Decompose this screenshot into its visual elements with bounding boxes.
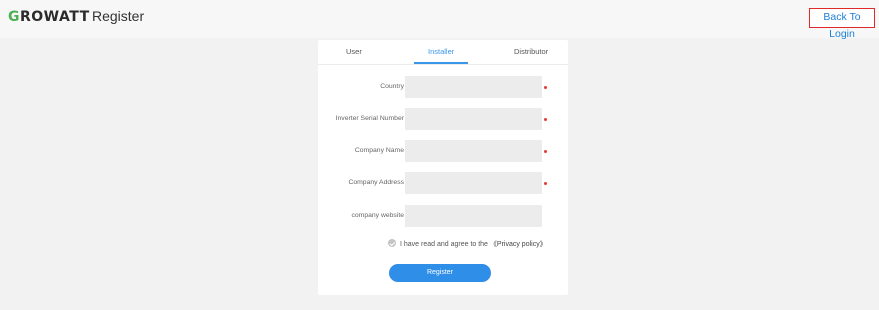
required-marker	[544, 86, 547, 89]
country-field[interactable]	[405, 76, 542, 98]
privacy-policy-link[interactable]: 《Privacy policy》	[490, 241, 547, 248]
growatt-logo: GROWATT	[8, 9, 90, 25]
company-address-row: Company Address	[318, 172, 568, 194]
company-website-label: company website	[351, 212, 404, 219]
required-marker	[544, 182, 547, 185]
company-website-row: company website	[318, 205, 568, 227]
tab-user[interactable]: User	[346, 47, 362, 56]
required-marker	[544, 118, 547, 121]
tab-installer[interactable]: Installer	[428, 47, 454, 56]
active-tab-indicator	[414, 62, 468, 64]
serial-number-label: Inverter Serial Number	[335, 115, 404, 122]
tab-distributor[interactable]: Distributor	[514, 47, 548, 56]
company-name-field[interactable]	[405, 140, 542, 162]
agree-text: I have read and agree to the 《Privacy po…	[400, 241, 547, 248]
company-website-field[interactable]	[405, 205, 542, 227]
page-title: Register	[92, 8, 145, 24]
company-address-field[interactable]	[405, 172, 542, 194]
top-bar: GROWATT Register Back To Login	[0, 0, 879, 40]
serial-number-field[interactable]	[405, 108, 542, 130]
country-label: Country	[380, 83, 404, 90]
country-row: Country	[318, 76, 568, 98]
required-marker	[544, 150, 547, 153]
company-address-label: Company Address	[348, 179, 404, 186]
role-tabs: User Installer Distributor	[318, 40, 568, 65]
register-button[interactable]: Register	[389, 264, 491, 282]
agree-checkbox[interactable]	[388, 239, 396, 247]
serial-number-row: Inverter Serial Number	[318, 108, 568, 130]
company-name-row: Company Name	[318, 140, 568, 162]
company-name-label: Company Name	[354, 147, 404, 154]
back-to-login-button[interactable]: Back To Login	[809, 8, 875, 40]
register-card: User Installer Distributor Country Inver…	[318, 40, 568, 295]
